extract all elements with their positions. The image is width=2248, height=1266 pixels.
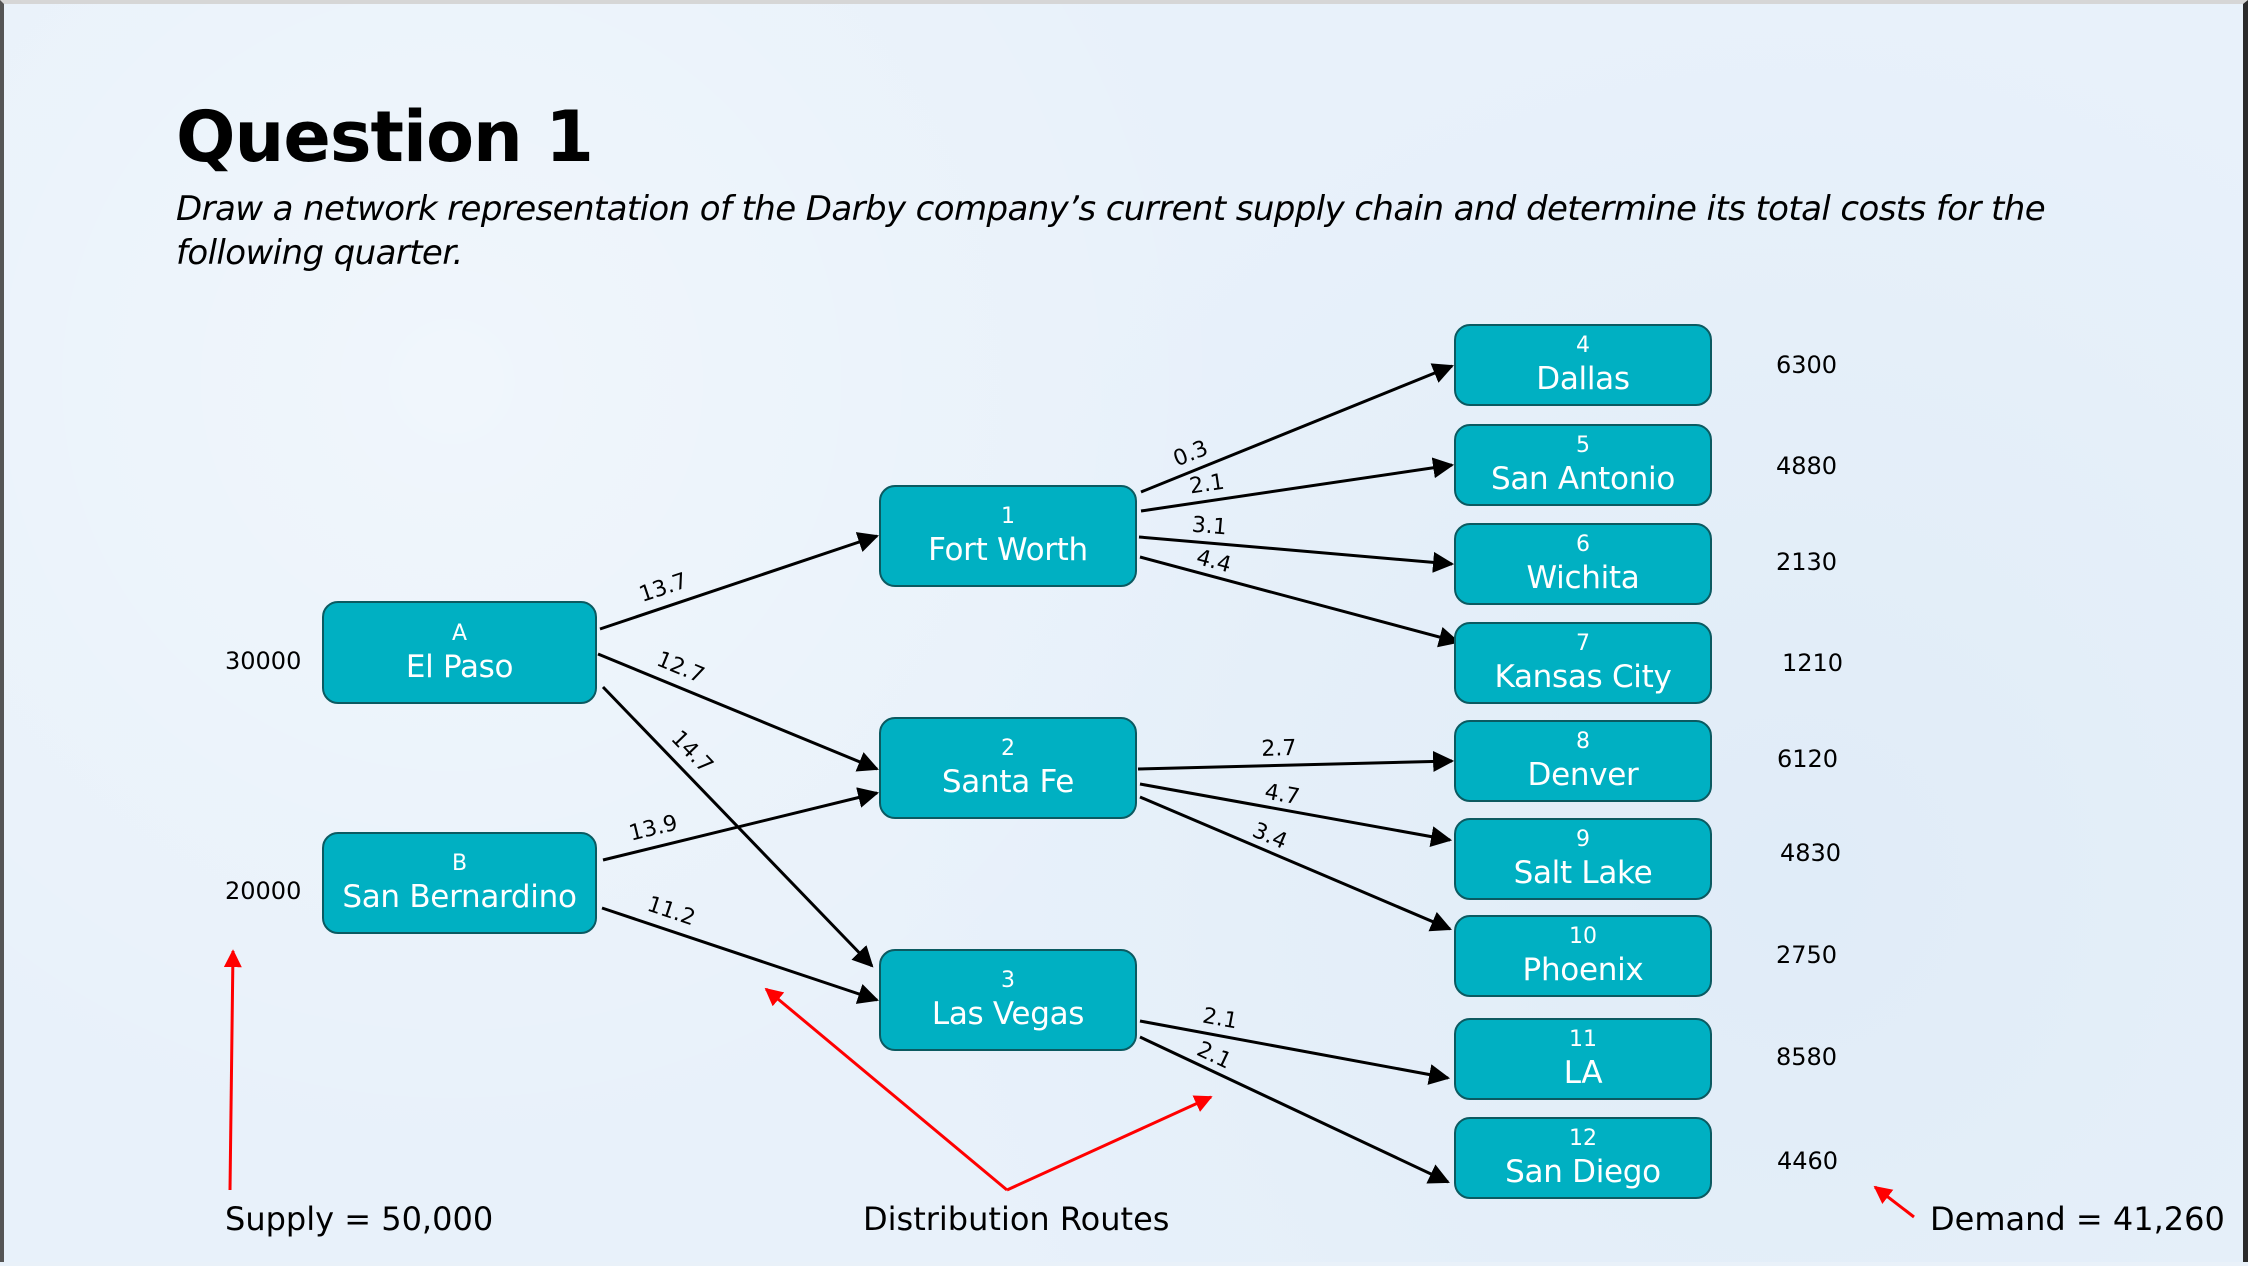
supply-value-el-paso: 30000: [225, 647, 302, 675]
node-san-antonio: 5 San Antonio: [1454, 424, 1712, 506]
supply-total-label: Supply = 50,000: [225, 1200, 494, 1238]
node-id: 10: [1569, 924, 1597, 949]
node-dallas: 4 Dallas: [1454, 324, 1712, 406]
node-la: 11 LA: [1454, 1018, 1712, 1100]
node-id: 8: [1576, 729, 1590, 754]
edge-cost-label: 2.7: [1261, 736, 1297, 762]
node-id: 7: [1576, 631, 1590, 656]
node-kansas-city: 7 Kansas City: [1454, 622, 1712, 704]
node-name: Dallas: [1536, 361, 1630, 397]
node-name: San Diego: [1505, 1154, 1661, 1190]
supply-arrow: [223, 949, 242, 1191]
node-id: 11: [1569, 1027, 1597, 1052]
node-name: San Antonio: [1490, 461, 1676, 497]
node-name: Kansas City: [1494, 659, 1672, 695]
slide: Question 1 Draw a network representation…: [0, 0, 2248, 1262]
node-name: Santa Fe: [941, 764, 1075, 800]
demand-value-wichita: 2130: [1776, 548, 1838, 576]
node-denver: 8 Denver: [1454, 720, 1712, 802]
node-name: Phoenix: [1522, 952, 1644, 988]
node-las-vegas: 3 Las Vegas: [879, 949, 1137, 1051]
node-id: B: [451, 851, 468, 876]
demand-arrow: [1873, 1185, 1915, 1219]
node-san-bernardino: B San Bernardino: [322, 832, 597, 934]
demand-value-salt-lake: 4830: [1780, 839, 1842, 867]
node-el-paso: A El Paso: [322, 601, 597, 704]
demand-value-san-diego: 4460: [1777, 1147, 1839, 1175]
node-id: 4: [1576, 333, 1590, 358]
node-san-diego: 12 San Diego: [1454, 1117, 1712, 1199]
node-id: 9: [1576, 827, 1590, 852]
distribution-routes-label: Distribution Routes: [863, 1200, 1170, 1238]
edge-3-to-11: [1139, 1019, 1451, 1085]
node-santa-fe: 2 Santa Fe: [879, 717, 1137, 819]
node-id: 2: [1001, 736, 1015, 761]
distribution-routes-arrow-right: [1006, 1095, 1213, 1192]
edge-cost-label: 13.9: [627, 811, 681, 847]
demand-value-kansas-city: 1210: [1782, 649, 1844, 677]
node-name: Fort Worth: [928, 532, 1088, 568]
node-name: El Paso: [405, 648, 514, 685]
node-wichita: 6 Wichita: [1454, 523, 1712, 605]
node-fort-worth: 1 Fort Worth: [879, 485, 1137, 587]
node-salt-lake: 9 Salt Lake: [1454, 818, 1712, 900]
node-phoenix: 10 Phoenix: [1454, 915, 1712, 997]
demand-total-label: Demand = 41,260: [1930, 1200, 2225, 1238]
node-id: 5: [1576, 433, 1590, 458]
edge-2-to-8: [1137, 750, 1455, 772]
edge-cost-label: 3.4: [1249, 818, 1291, 855]
edge-1-to-7: [1139, 555, 1461, 648]
node-name: LA: [1563, 1055, 1603, 1091]
node-name: San Bernardino: [342, 879, 577, 915]
demand-value-dallas: 6300: [1776, 351, 1838, 379]
node-id: 12: [1569, 1126, 1597, 1151]
edge-cost-label: 12.7: [653, 647, 708, 689]
edge-2-to-10: [1139, 795, 1452, 932]
edge-A-to-2: [597, 652, 879, 772]
demand-value-la: 8580: [1776, 1043, 1838, 1071]
node-id: 1: [1001, 504, 1015, 529]
node-id: A: [451, 620, 468, 646]
edge-cost-label: 2.1: [1188, 470, 1226, 500]
edge-cost-label: 14.7: [666, 726, 718, 779]
node-name: Wichita: [1526, 560, 1640, 596]
edge-1-to-6: [1138, 535, 1455, 573]
demand-value-phoenix: 2750: [1776, 941, 1838, 969]
edge-B-to-3: [601, 906, 879, 1004]
node-name: Denver: [1527, 757, 1639, 793]
demand-value-denver: 6120: [1777, 745, 1839, 773]
edge-cost-label: 2.1: [1201, 1004, 1240, 1035]
edge-cost-label: 3.1: [1191, 513, 1228, 541]
edge-cost-label: 2.1: [1193, 1037, 1235, 1075]
node-name: Salt Lake: [1513, 855, 1653, 891]
node-id: 3: [1001, 968, 1015, 993]
node-name: Las Vegas: [931, 996, 1085, 1032]
supply-value-san-bernardino: 20000: [225, 877, 302, 905]
demand-value-san-antonio: 4880: [1776, 452, 1838, 480]
node-id: 6: [1576, 532, 1590, 557]
